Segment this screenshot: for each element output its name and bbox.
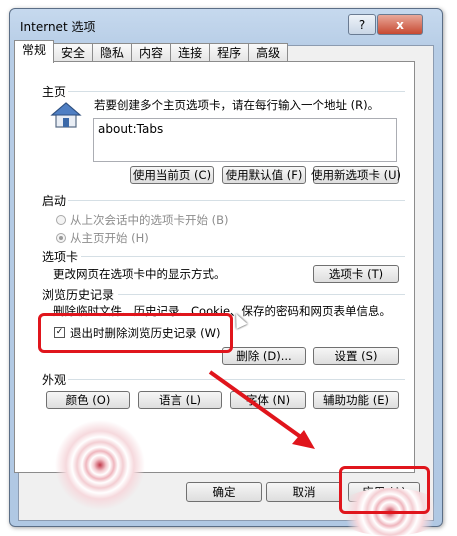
tab-programs[interactable]: 程序 xyxy=(209,43,250,62)
appearance-heading: 外观 xyxy=(42,373,67,387)
help-button[interactable]: ? xyxy=(348,14,376,35)
homepage-instruction: 若要创建多个主页选项卡，请在每行输入一个地址 (R)。 xyxy=(94,98,380,112)
homepage-address-field[interactable]: about:Tabs xyxy=(93,118,397,162)
tab-privacy[interactable]: 隐私 xyxy=(92,43,133,62)
use-default-button[interactable]: 使用默认值 (F) xyxy=(222,166,306,184)
cancel-button[interactable]: 取消 xyxy=(266,482,342,502)
startup-homepage-radio[interactable] xyxy=(56,233,66,243)
tab-advanced[interactable]: 高级 xyxy=(248,43,289,62)
annotation-highlight-checkbox xyxy=(38,313,233,353)
startup-divider xyxy=(68,200,405,201)
tabs-divider xyxy=(81,256,405,257)
startup-last-session-radio[interactable] xyxy=(56,215,66,225)
tab-security[interactable]: 安全 xyxy=(53,43,94,62)
use-current-button[interactable]: 使用当前页 (C) xyxy=(130,166,214,184)
tabs-heading: 选项卡 xyxy=(42,250,79,264)
window-title: Internet 选项 xyxy=(20,20,96,34)
homepage-divider xyxy=(68,91,405,92)
history-divider xyxy=(118,294,405,295)
colors-button[interactable]: 颜色 (O) xyxy=(46,391,130,409)
use-new-tab-button[interactable]: 使用新选项卡 (U) xyxy=(311,166,401,184)
tab-general[interactable]: 常规 xyxy=(14,40,55,63)
ok-button[interactable]: 确定 xyxy=(186,482,262,502)
annotation-highlight-apply xyxy=(339,466,430,514)
homepage-heading: 主页 xyxy=(42,85,67,99)
tab-content[interactable]: 内容 xyxy=(131,43,172,62)
startup-heading: 启动 xyxy=(42,194,67,208)
tab-connections[interactable]: 连接 xyxy=(170,43,211,62)
annotation-arrow-icon xyxy=(208,370,315,449)
tabs-description: 更改网页在选项卡中的显示方式。 xyxy=(53,267,226,281)
startup-homepage-label: 从主页开始 (H) xyxy=(70,231,149,245)
history-heading: 浏览历史记录 xyxy=(42,288,115,302)
tab-strip: 常规 安全 隐私 内容 连接 程序 高级 xyxy=(14,40,289,63)
tabs-settings-button[interactable]: 选项卡 (T) xyxy=(313,265,399,283)
decorative-ripple-left xyxy=(40,420,160,510)
house-icon xyxy=(50,102,82,128)
close-button[interactable]: x xyxy=(377,14,423,35)
startup-last-session-label: 从上次会话中的选项卡开始 (B) xyxy=(70,213,229,227)
